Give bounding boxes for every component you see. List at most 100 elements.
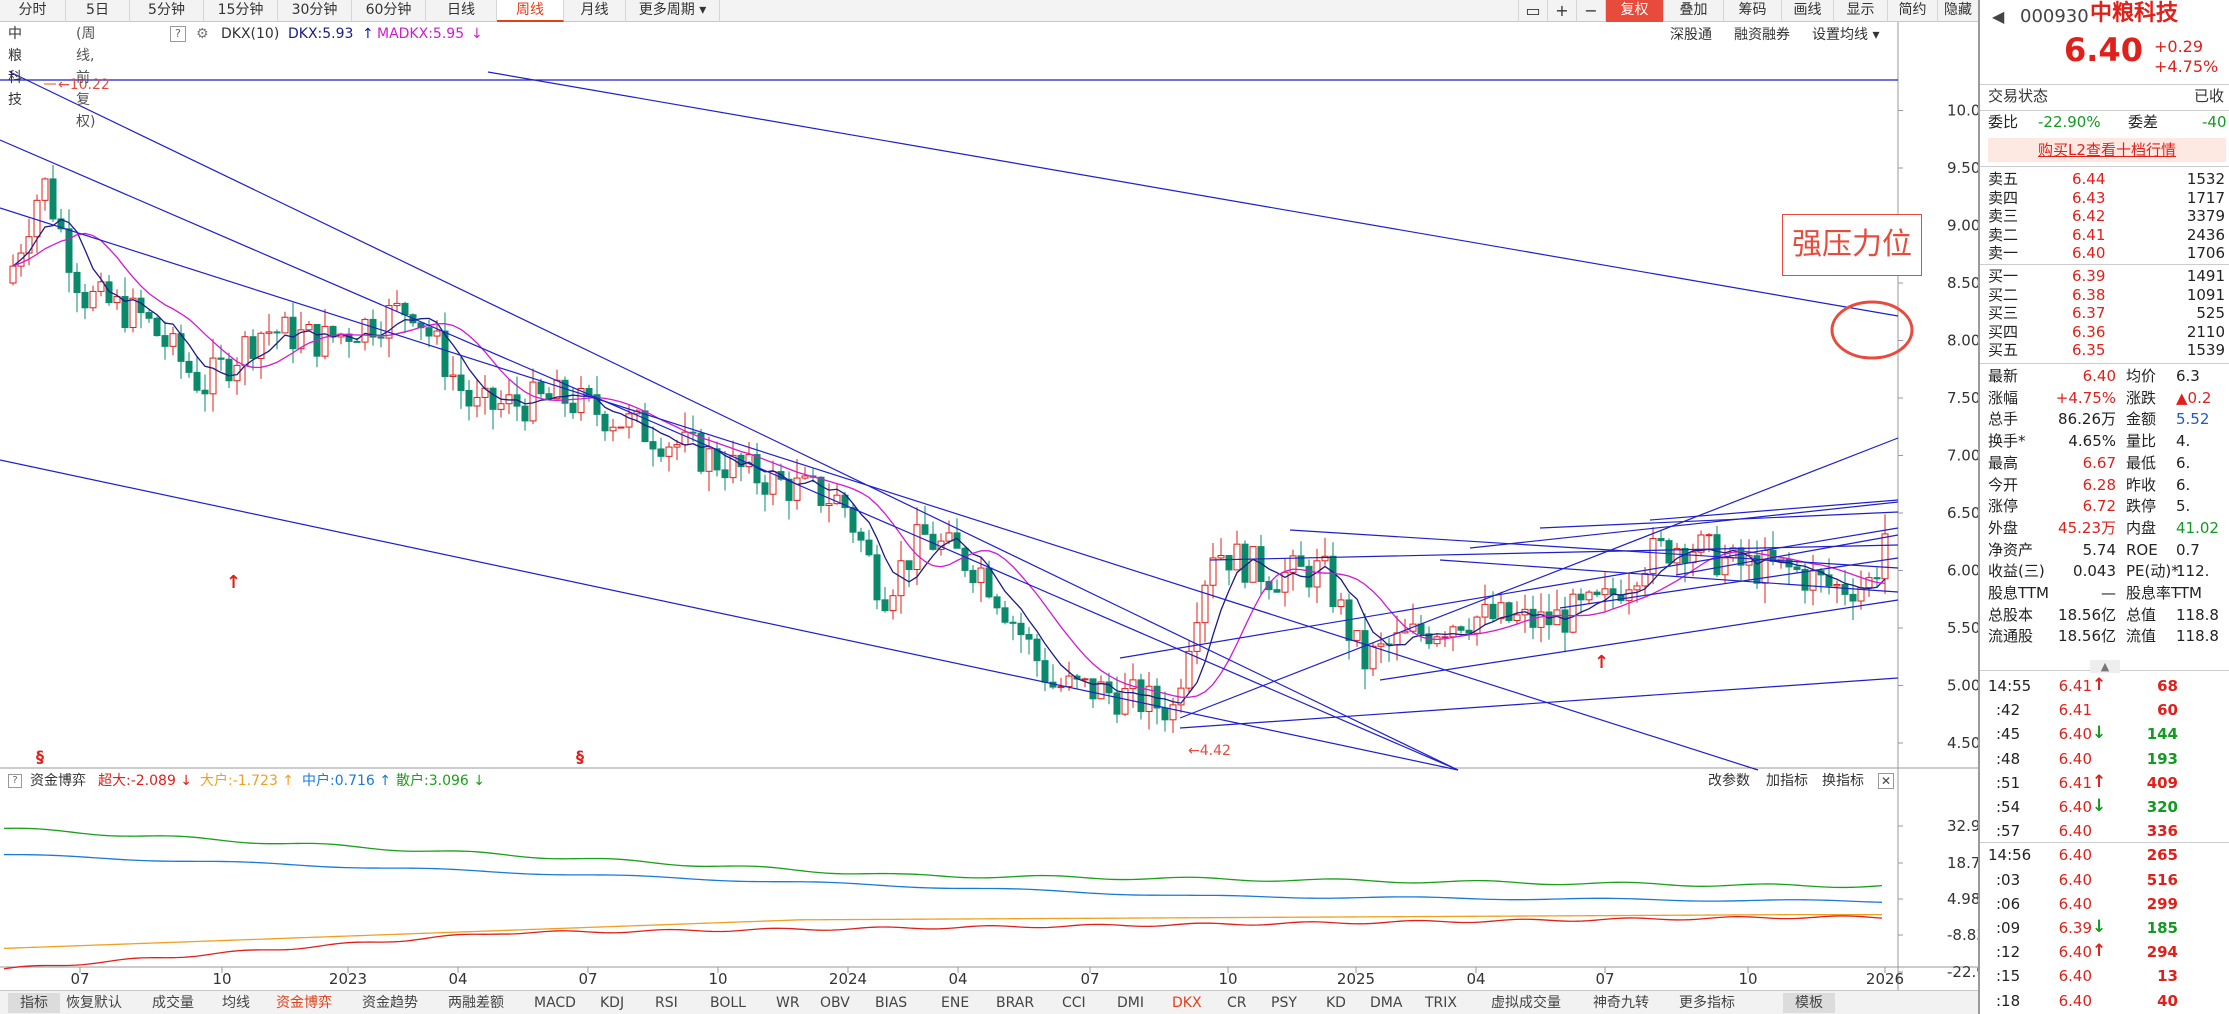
sub-link-1[interactable]: 加指标 [1766,770,1808,792]
stat-label-2: 均价 [2126,367,2157,385]
tick-time: 14:55 [1988,677,2032,695]
indicator-tab-5[interactable]: 资金趋势 [362,993,446,1013]
sell-row-0[interactable]: 卖五 6.44 1532 [1980,169,2229,188]
stat-row-0: 最新 6.40 均价 6.3 [1980,366,2229,388]
indicator-tab-11[interactable]: WR [776,993,818,1013]
period-tab-6[interactable]: 日线 [426,0,497,22]
indicator-tab-15[interactable]: BRAR [996,993,1060,1013]
indicator-tab-27[interactable]: 模板 [1783,993,1835,1013]
collapse-arrow-icon[interactable]: ▲ [2090,660,2120,673]
indicator-tab-14[interactable]: ENE [941,993,994,1013]
sub-help-button[interactable]: ? [8,774,22,788]
period-tab-4[interactable]: 30分钟 [278,0,352,22]
up-tick-icon: ↑ [2092,771,2107,792]
indicator-tab-23[interactable]: TRIX [1425,993,1489,1013]
indicator-tab-25[interactable]: 神奇九转 [1593,993,1677,1013]
buy-row-0[interactable]: 买一 6.39 1491 [1980,266,2229,285]
tick-price: 6.40 [2058,991,2092,1010]
indicator-tab-3[interactable]: 均线 [222,993,274,1013]
toolbar-fuquan-button[interactable]: 复权 [1605,0,1663,22]
indicator-tab-0[interactable]: 指标 [8,993,60,1013]
indicator-tab-19[interactable]: CR [1227,993,1269,1013]
sub-link-0[interactable]: 改参数 [1708,770,1750,792]
indicator-tab-12[interactable]: OBV [820,993,873,1013]
period-tab-0[interactable]: 分时 [0,0,66,22]
indicator-tab-8[interactable]: KDJ [600,993,653,1013]
minus-icon[interactable]: − [1576,0,1605,22]
toolbar-diejia-button[interactable]: 叠加 [1663,0,1723,22]
toolbar-jianjie-button[interactable]: 简约 [1887,0,1937,22]
period-tab-2[interactable]: 5分钟 [130,0,204,22]
back-arrow-icon[interactable]: ◀ [1992,6,2004,27]
period-tab-1[interactable]: 5日 [66,0,130,22]
stat-value-2: 112. [2176,562,2210,581]
kline-chart-area[interactable]: 10.00 9.50 9.00 8.50 8.00 7.50 7.00 6.50 6.00 5.5… [0,22,1978,990]
indicator-tab-4[interactable]: 资金博弈 [276,993,360,1013]
window-icon[interactable]: ▭ [1518,0,1547,22]
stat-value: 4.65% [2068,432,2116,451]
weibi-row: 委比 -22.90% 委差 -40 [1980,112,2229,134]
tick-time: 14:56 [1988,846,2032,865]
toolbar-yincang-button[interactable]: 隐藏 [1937,0,1978,22]
period-tab-3[interactable]: 15分钟 [204,0,278,22]
status-value: 已收 [2194,87,2225,105]
sell-row-3[interactable]: 卖二 6.41 2436 [1980,225,2229,244]
indicator-tab-22[interactable]: DMA [1370,993,1423,1013]
buy-row-2[interactable]: 买三 6.37 525 [1980,303,2229,322]
help-button[interactable]: ? [170,26,186,42]
indicator-tab-26[interactable]: 更多指标 [1679,993,1763,1013]
buy-row-4[interactable]: 买五 6.35 1539 [1980,340,2229,359]
price-tick: 7.00 [1947,447,1978,465]
indicator-tab-9[interactable]: RSI [655,993,708,1013]
period-tab-7[interactable]: 周线 [497,0,564,22]
indicator-tab-21[interactable]: KD [1326,993,1368,1013]
indicator-tab-2[interactable]: 成交量 [152,993,220,1013]
period-tab-8[interactable]: 月线 [564,0,626,22]
kline-chart[interactable]: 10.00 9.50 9.00 8.50 8.00 7.50 7.00 6.50 6.00 5.5… [0,22,1978,990]
indicator-tab-13[interactable]: BIAS [875,993,939,1013]
buy-row-1[interactable]: 买二 6.38 1091 [1980,285,2229,304]
buy-row-3[interactable]: 买四 6.36 2110 [1980,322,2229,341]
indicator-tab-20[interactable]: PSY [1271,993,1324,1013]
toolbar-xianshi-button[interactable]: 显示 [1833,0,1887,22]
indicator-tab-bar: 指标 恢复默认 成交量 均线 资金博弈 资金趋势 两融差额 MACD KDJ RSI BOLL WR O… [0,990,1978,1014]
fund-flow-chart: 32.94 18.78 4.98 -8.83 -22.99 [3,817,1978,981]
sub-link-2[interactable]: 换指标 [1822,770,1864,792]
tick-row-0: 14:55 6.41 ↑ 68 [1980,674,2229,698]
tick-price: 6.41 [2058,773,2092,792]
tick-row-4: :51 6.41 ↑ 409 [1980,771,2229,795]
indicator-tab-17[interactable]: DMI [1117,993,1170,1013]
indicator-tab-7[interactable]: MACD [534,993,598,1013]
chart-link-0[interactable]: 深股通 [1670,24,1712,44]
toolbar-chouma-button[interactable]: 筹码 [1723,0,1781,22]
chart-link-2[interactable]: 设置均线 ▾ [1812,24,1879,44]
period-tab-5[interactable]: 60分钟 [352,0,426,22]
indicator-tab-6[interactable]: 两融差额 [448,993,532,1013]
indicator-tab-10[interactable]: BOLL [710,993,774,1013]
tick-time: :06 [1996,894,2021,913]
stat-value-2: 0.7 [2176,540,2200,559]
l2-upgrade-link[interactable]: 购买L2查看十档行情 [1988,138,2226,162]
close-icon[interactable]: ✕ [1878,773,1894,789]
sell-row-4[interactable]: 卖一 6.40 1706 [1980,243,2229,262]
plus-icon[interactable]: + [1547,0,1576,22]
stat-label-2: 最低 [2126,453,2157,472]
indicator-tab-24[interactable]: 虚拟成交量 [1491,993,1591,1013]
sell-row-2[interactable]: 卖三 6.42 3379 [1980,206,2229,225]
indicator-tab-18[interactable]: DKX [1172,993,1225,1013]
indicator-tab-1[interactable]: 恢复默认 [66,993,150,1013]
up-arrow-icon: ↑ [362,26,374,42]
toolbar-huaxian-button[interactable]: 画线 [1781,0,1833,22]
period-tab-9[interactable]: 更多周期 ▾ [626,0,720,22]
stat-value-2: 6.3 [2176,367,2200,385]
chart-mode: (周线,前复权) [76,26,96,130]
indicator-tab-16[interactable]: CCI [1062,993,1115,1013]
stat-value-2: 118.8 [2176,627,2219,646]
tick-time: :03 [1996,870,2021,889]
sell-row-1[interactable]: 卖四 6.43 1717 [1980,188,2229,207]
stat-label: 最高 [1988,453,2019,472]
date-axis: 07 10 2023 04 07 10 2024 04 07 10 2025 04 07 10 2026 [70,967,1904,988]
chart-link-1[interactable]: 融资融券 [1734,24,1790,44]
sanhu-value: 散户:3.096 ↓ [396,773,485,789]
gear-icon[interactable]: ⚙ [196,23,209,45]
